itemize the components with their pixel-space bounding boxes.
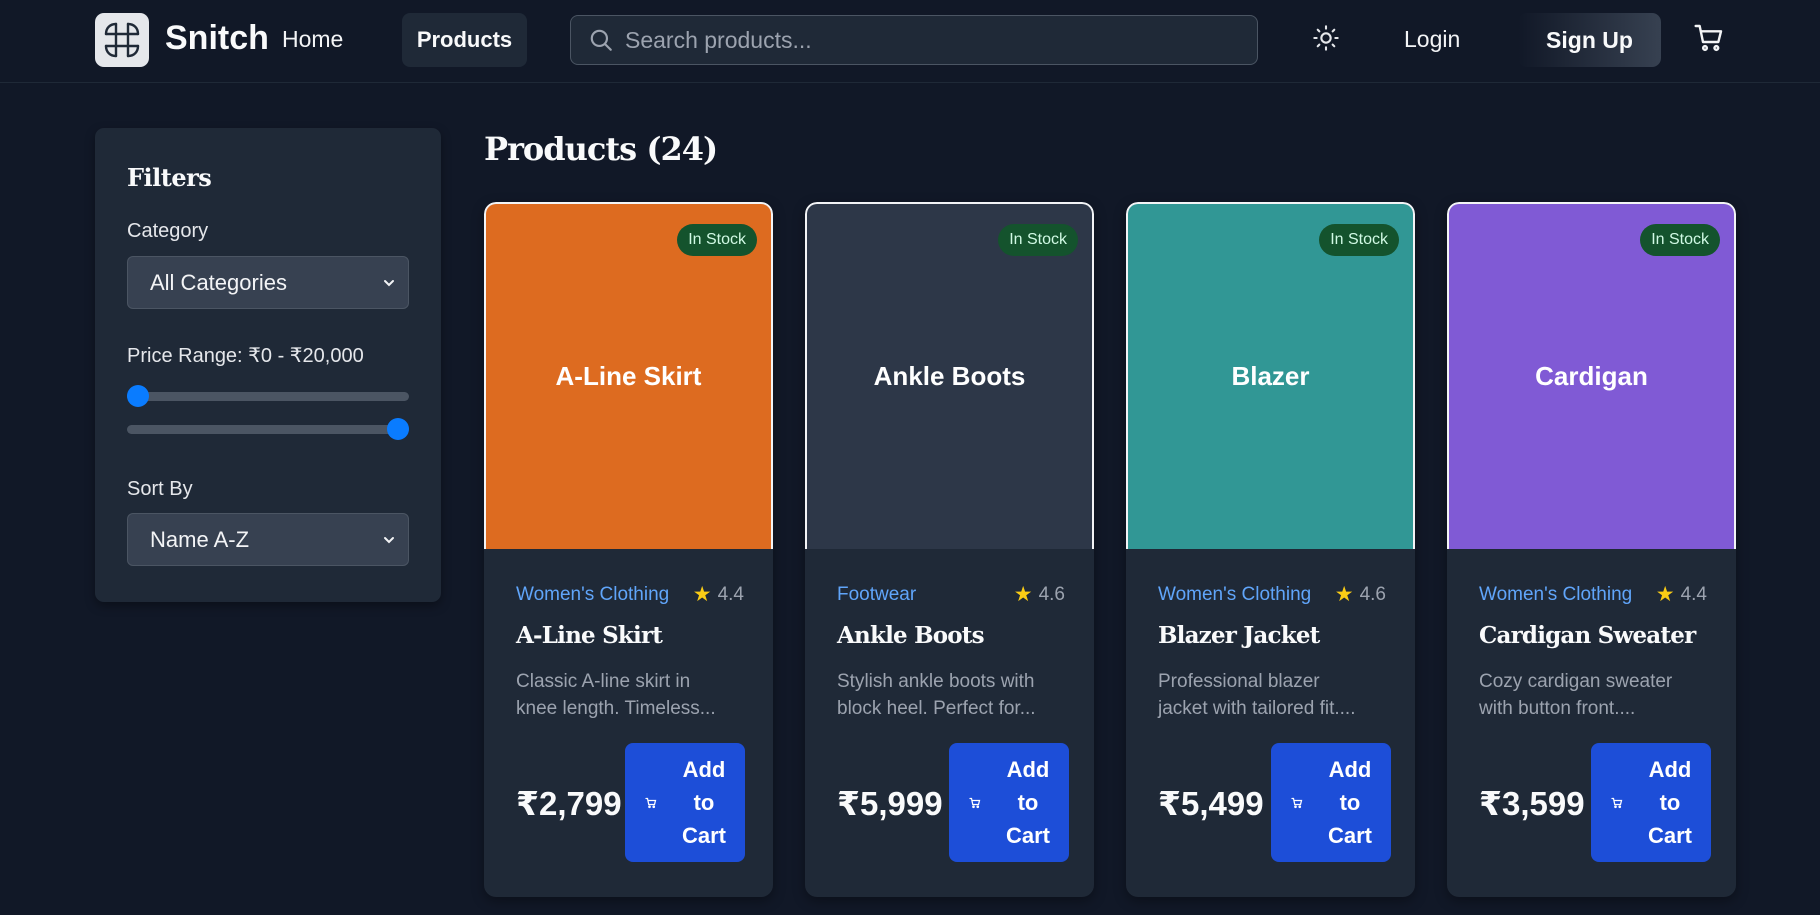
category-link[interactable]: Women's Clothing [516, 584, 669, 606]
product-description: Stylish ankle boots with block heel. Per… [837, 668, 1065, 722]
product-price: ₹5,499 [1158, 785, 1264, 822]
star-icon: ★ [1013, 583, 1033, 606]
product-image[interactable]: Cardigan In Stock [1447, 202, 1736, 549]
category-link[interactable]: Women's Clothing [1479, 584, 1632, 606]
product-name[interactable]: A-Line Skirt [516, 622, 663, 649]
sun-icon [1312, 24, 1340, 57]
product-description-line: Stylish ankle boots with [837, 671, 1035, 692]
category-rating-row: Women's Clothing ★ 4.4 [516, 582, 744, 607]
add-to-cart-label: Add to Cart [1327, 757, 1372, 848]
product-description-line: with button front.... [1479, 698, 1636, 719]
product-card[interactable]: Ankle Boots In Stock Footwear ★ 4.6 Ankle… [805, 202, 1094, 897]
product-description-line: Cozy cardigan sweater [1479, 671, 1673, 692]
product-card[interactable]: Blazer In Stock Women's Clothing ★ 4.6 Bl… [1126, 202, 1415, 897]
product-rating: ★ 4.4 [693, 582, 744, 607]
add-to-cart-label: Add to Cart [681, 757, 726, 848]
product-name[interactable]: Blazer Jacket [1158, 622, 1320, 649]
stock-badge: In Stock [1640, 224, 1720, 256]
cart-icon [1291, 797, 1305, 809]
product-rating: ★ 4.6 [1335, 582, 1386, 607]
search-icon [588, 27, 614, 53]
category-rating-row: Women's Clothing ★ 4.4 [1479, 582, 1707, 607]
product-image-title: A-Line Skirt [555, 361, 702, 391]
cart-icon [645, 797, 659, 809]
product-price: ₹2,799 [516, 785, 622, 822]
product-price: ₹3,599 [1479, 785, 1585, 822]
add-to-cart-label: Add to Cart [1005, 757, 1050, 848]
product-description-line: Professional blazer [1158, 671, 1320, 692]
add-to-cart-label: Add to Cart [1647, 757, 1692, 848]
logo-icon[interactable] [95, 13, 149, 67]
filters-panel: Filters Category All Categories Price Ra… [95, 128, 441, 602]
rating-value: 4.4 [717, 583, 744, 605]
stock-badge: In Stock [677, 224, 757, 256]
product-name[interactable]: Ankle Boots [837, 622, 985, 649]
product-description: Cozy cardigan sweater with button front.… [1479, 668, 1707, 722]
top-navbar: Snitch Home Products Login Sign Up [0, 0, 1820, 83]
nav-products-link[interactable]: Products [402, 13, 527, 67]
product-rating: ★ 4.4 [1656, 582, 1707, 607]
product-image-title: Ankle Boots [873, 361, 1026, 391]
sort-select-value: Name A-Z [150, 526, 250, 552]
product-description-line: knee length. Timeless... [516, 698, 716, 719]
price-min-slider[interactable] [127, 385, 409, 407]
product-description: Professional blazer jacket with tailored… [1158, 668, 1386, 722]
category-label: Category [127, 220, 209, 242]
product-description-line: Classic A-line skirt in [516, 671, 691, 692]
price-max-slider[interactable] [127, 418, 409, 440]
add-to-cart-button[interactable]: Add to Cart [625, 743, 745, 862]
stock-badge: In Stock [998, 224, 1078, 256]
star-icon: ★ [1655, 583, 1675, 606]
product-image[interactable]: Blazer In Stock [1126, 202, 1415, 549]
star-icon: ★ [1334, 583, 1354, 606]
price-max-handle[interactable] [387, 418, 409, 440]
search-input[interactable] [625, 26, 1225, 54]
stock-badge: In Stock [1319, 224, 1399, 256]
cart-icon [969, 797, 983, 809]
product-description: Classic A-line skirt in knee length. Tim… [516, 668, 744, 722]
rating-value: 4.4 [1680, 583, 1707, 605]
product-card[interactable]: A-Line Skirt In Stock Women's Clothing ★… [484, 202, 773, 897]
login-link[interactable]: Login [1404, 26, 1460, 53]
chevron-down-icon [382, 527, 396, 553]
product-name[interactable]: Cardigan Sweater [1479, 622, 1696, 649]
filters-title: Filters [127, 163, 212, 192]
product-price: ₹5,999 [837, 785, 943, 822]
product-image[interactable]: Ankle Boots In Stock [805, 202, 1094, 549]
add-to-cart-button[interactable]: Add to Cart [1591, 743, 1711, 862]
sort-label: Sort By [127, 478, 193, 500]
page-title: Products (24) [484, 130, 718, 168]
cart-icon [1611, 797, 1625, 809]
product-rating: ★ 4.6 [1014, 582, 1065, 607]
category-link[interactable]: Footwear [837, 584, 916, 606]
category-rating-row: Footwear ★ 4.6 [837, 582, 1065, 607]
cart-button[interactable] [1692, 23, 1726, 57]
product-card[interactable]: Cardigan In Stock Women's Clothing ★ 4.4 … [1447, 202, 1736, 897]
brand-name[interactable]: Snitch [165, 19, 269, 58]
product-image-title: Blazer [1231, 361, 1310, 391]
category-link[interactable]: Women's Clothing [1158, 584, 1311, 606]
cart-icon [1693, 22, 1725, 59]
add-to-cart-button[interactable]: Add to Cart [1271, 743, 1391, 862]
chevron-down-icon [382, 270, 396, 296]
category-select-value: All Categories [150, 269, 287, 295]
price-min-handle[interactable] [127, 385, 149, 407]
nav-home-link[interactable]: Home [282, 26, 343, 53]
search-bar[interactable] [570, 15, 1258, 65]
product-description-line: jacket with tailored fit.... [1158, 698, 1356, 719]
price-range-label: Price Range: ₹0 - ₹20,000 [127, 345, 364, 367]
product-image-title: Cardigan [1535, 361, 1648, 391]
category-rating-row: Women's Clothing ★ 4.6 [1158, 582, 1386, 607]
add-to-cart-button[interactable]: Add to Cart [949, 743, 1069, 862]
sort-select[interactable]: Name A-Z [127, 513, 409, 566]
theme-toggle-button[interactable] [1310, 24, 1342, 56]
rating-value: 4.6 [1359, 583, 1386, 605]
category-select[interactable]: All Categories [127, 256, 409, 309]
product-image[interactable]: A-Line Skirt In Stock [484, 202, 773, 549]
rating-value: 4.6 [1038, 583, 1065, 605]
product-description-line: block heel. Perfect for... [837, 698, 1036, 719]
star-icon: ★ [692, 583, 712, 606]
signup-button[interactable]: Sign Up [1518, 13, 1661, 67]
